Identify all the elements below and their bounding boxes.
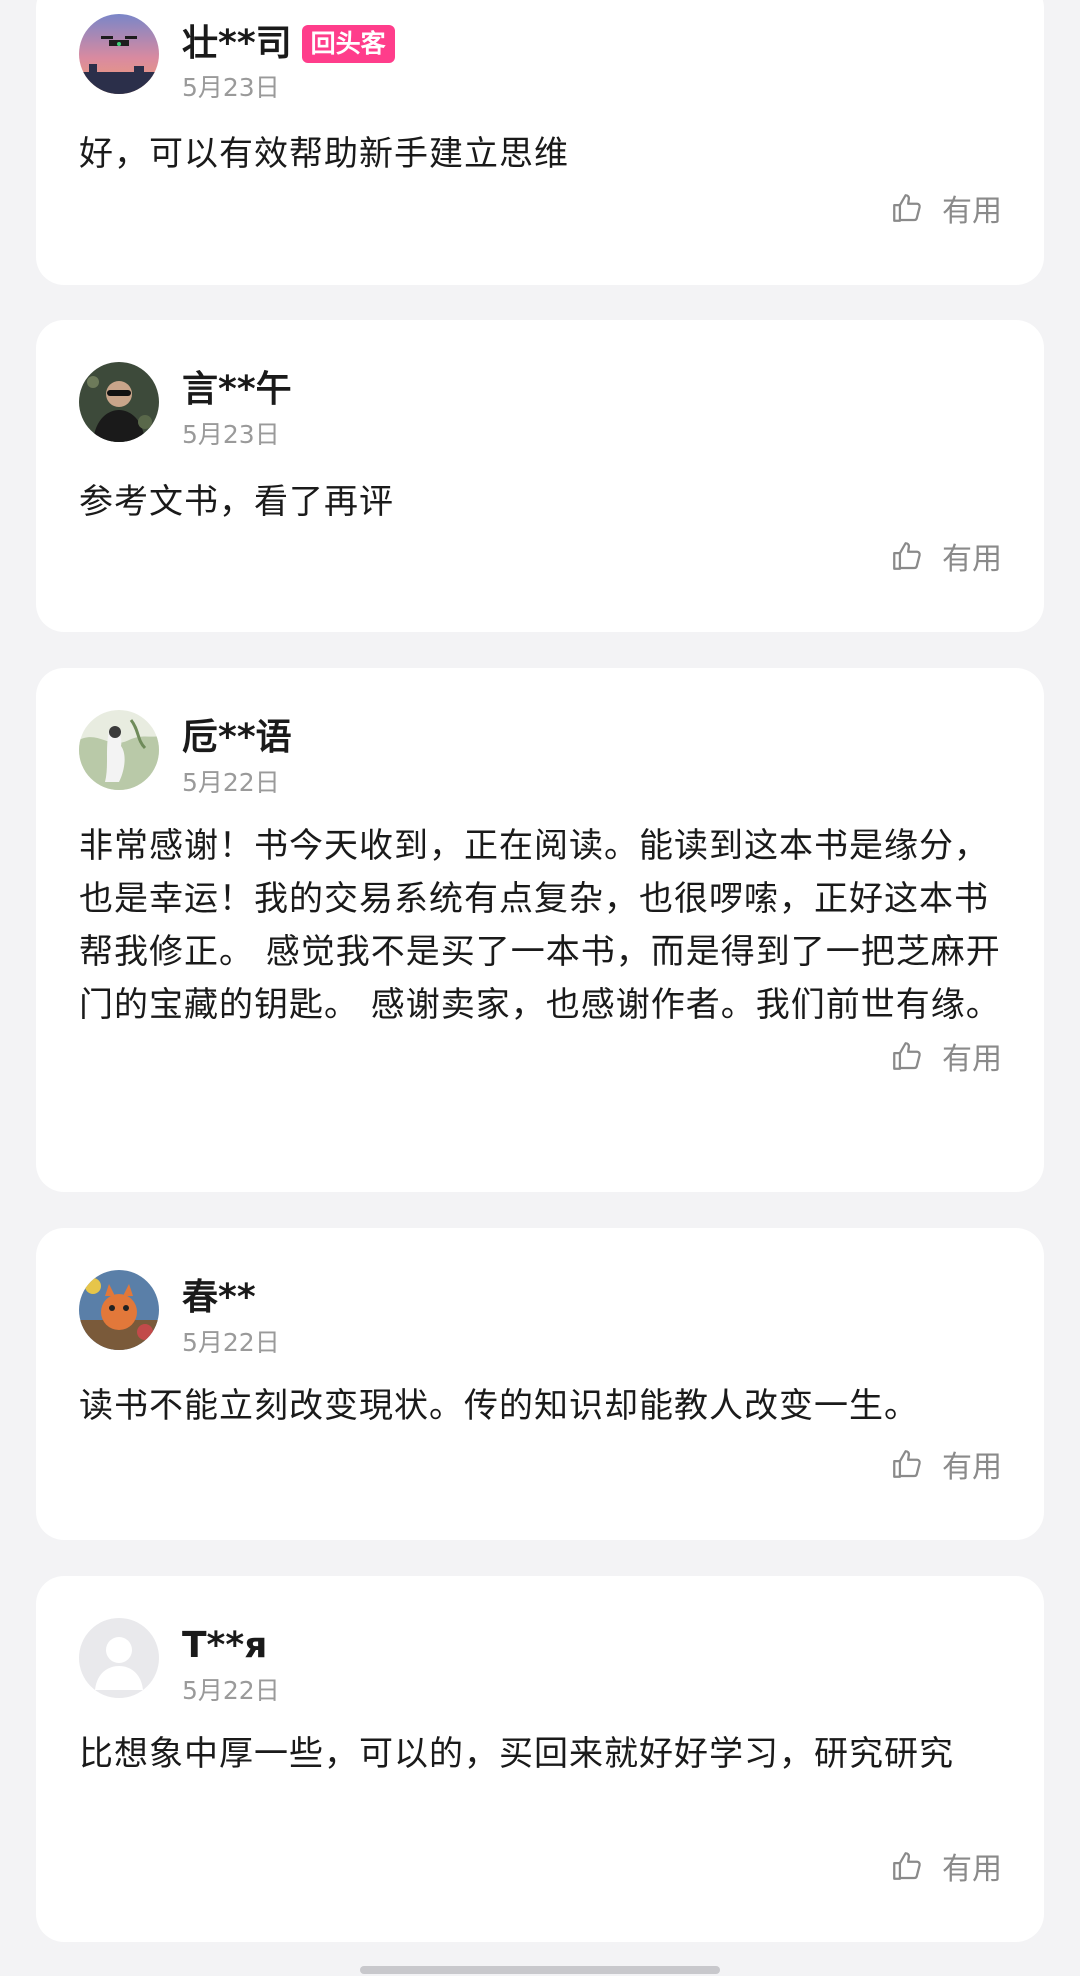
review-content: 读书不能立刻改变現状。传的知识却能教人改变一生。: [79, 1386, 919, 1426]
username: T**я: [182, 1625, 268, 1666]
home-indicator[interactable]: [360, 1966, 720, 1974]
thumbs-up-icon: [893, 1852, 921, 1880]
thumbs-up-icon: [893, 194, 921, 222]
thumbs-up-icon: [893, 1450, 921, 1478]
username: 春**: [182, 1277, 256, 1318]
review-date: 5月23日: [182, 73, 280, 102]
thumbs-up-icon: [893, 1042, 921, 1070]
user-avatar[interactable]: [79, 710, 159, 790]
user-avatar[interactable]: [79, 1618, 159, 1698]
review-content: 参考文书，看了再评: [79, 482, 394, 522]
review-date: 5月22日: [182, 1328, 280, 1357]
useful-button[interactable]: 有用: [890, 1846, 1002, 1887]
useful-button[interactable]: 有用: [890, 536, 1002, 577]
username: 言**午: [182, 369, 292, 410]
useful-button[interactable]: 有用: [890, 188, 1002, 229]
review-date: 5月23日: [182, 420, 280, 449]
review-card: 言**午 5月23日 参考文书，看了再评 有用: [36, 320, 1044, 632]
user-avatar[interactable]: [79, 362, 159, 442]
review-content: 比想象中厚一些，可以的，买回来就好好学习，研究研究: [79, 1734, 954, 1774]
username: 壮**司 回头客: [182, 22, 395, 66]
useful-label: 有用: [942, 1450, 1002, 1485]
user-avatar[interactable]: [79, 1270, 159, 1350]
useful-label: 有用: [942, 194, 1002, 229]
review-content: 非常感谢！书今天收到，正在阅读。能读到这本书是缘分，也是幸运！我的交易系统有点复…: [79, 826, 1001, 1025]
review-card: 春** 5月22日 读书不能立刻改变現状。传的知识却能教人改变一生。 有用: [36, 1228, 1044, 1540]
review-date: 5月22日: [182, 1676, 280, 1705]
useful-label: 有用: [942, 542, 1002, 577]
review-content: 好，可以有效帮助新手建立思维: [79, 134, 569, 174]
thumbs-up-icon: [893, 542, 921, 570]
review-card: 卮**语 5月22日 非常感谢！书今天收到，正在阅读。能读到这本书是缘分，也是幸…: [36, 668, 1044, 1192]
review-card: 壮**司 回头客 5月23日 好，可以有效帮助新手建立思维 有用: [36, 0, 1044, 285]
review-date: 5月22日: [182, 768, 280, 797]
useful-label: 有用: [942, 1852, 1002, 1887]
useful-button[interactable]: 有用: [890, 1444, 1002, 1485]
useful-label: 有用: [942, 1042, 1002, 1077]
review-card: T**я 5月22日 比想象中厚一些，可以的，买回来就好好学习，研究研究 有用: [36, 1576, 1044, 1942]
user-avatar[interactable]: [79, 14, 159, 94]
username: 卮**语: [182, 717, 292, 758]
returning-customer-badge: 回头客: [301, 25, 395, 63]
useful-button[interactable]: 有用: [890, 1036, 1002, 1077]
